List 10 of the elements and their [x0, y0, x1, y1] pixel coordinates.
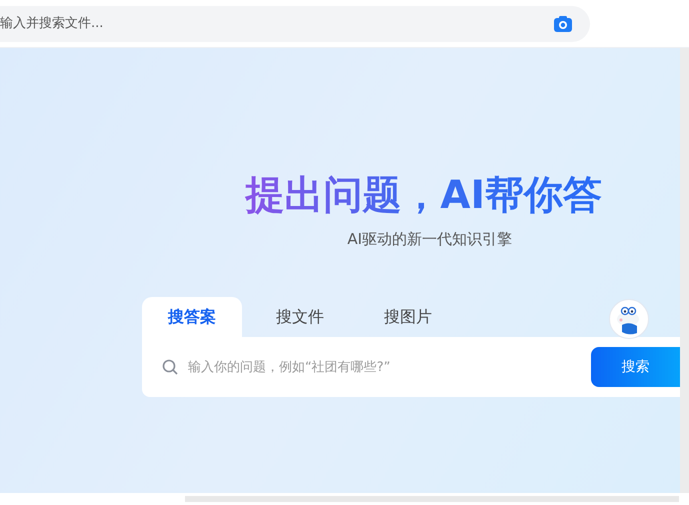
hero-subtitle: AI驱动的新一代知识引擎	[347, 230, 512, 249]
vertical-scrollbar[interactable]	[680, 48, 689, 493]
search-button[interactable]: 搜索	[591, 347, 680, 387]
search-tab[interactable]: 搜图片	[358, 297, 458, 337]
search-icon	[162, 359, 178, 375]
camera-icon[interactable]	[554, 14, 572, 32]
mascot-icon[interactable]	[609, 299, 649, 339]
file-search-field[interactable]: 输入并搜索文件...	[0, 6, 590, 42]
search-tab[interactable]: 搜答案	[142, 297, 242, 337]
search-tab[interactable]: 搜文件	[250, 297, 350, 337]
